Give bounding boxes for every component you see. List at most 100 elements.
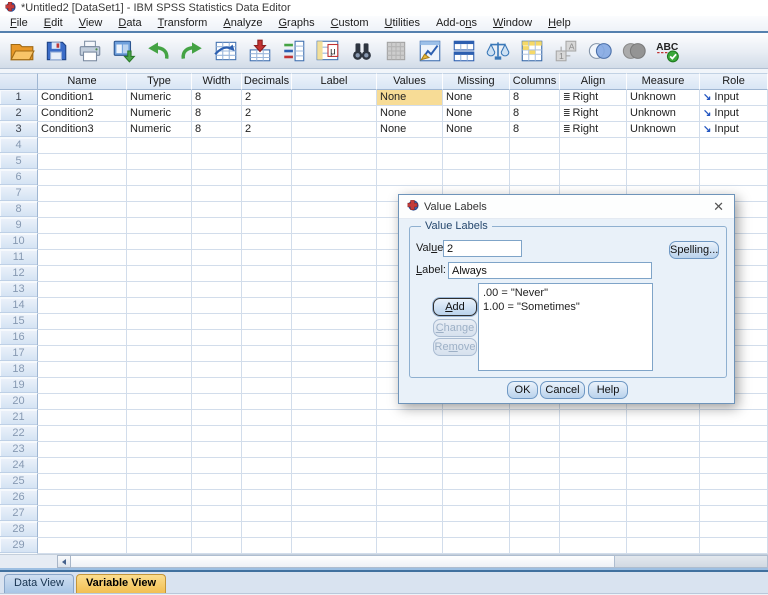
grid-cell-role[interactable] — [700, 138, 768, 154]
grid-cell-label[interactable] — [292, 106, 377, 122]
grid-cell-width[interactable] — [192, 218, 242, 234]
grid-cell-name[interactable]: Condition3 — [38, 122, 127, 138]
grid-cell-width[interactable] — [192, 442, 242, 458]
grid-cell-width[interactable] — [192, 378, 242, 394]
grid-cell-width[interactable] — [192, 458, 242, 474]
column-header-missing[interactable]: Missing — [443, 73, 510, 90]
row-header[interactable]: 26 — [0, 490, 38, 506]
grid-cell-values[interactable] — [377, 522, 443, 538]
grid-cell-decimals[interactable] — [242, 458, 292, 474]
grid-cell-name[interactable] — [38, 282, 127, 298]
grid-cell-type[interactable] — [127, 474, 192, 490]
grid-cell-name[interactable] — [38, 266, 127, 282]
grid-cell-label[interactable] — [292, 250, 377, 266]
help-button[interactable]: Help — [588, 381, 628, 399]
grid-cell-label[interactable] — [292, 186, 377, 202]
grid-cell-width[interactable] — [192, 474, 242, 490]
grid-cell-measure[interactable] — [627, 442, 700, 458]
row-header[interactable]: 23 — [0, 442, 38, 458]
grid-cell-decimals[interactable] — [242, 138, 292, 154]
grid-cell-missing[interactable] — [443, 426, 510, 442]
grid-cell-align[interactable]: ≣Right — [560, 90, 627, 106]
grid-cell-type[interactable] — [127, 378, 192, 394]
grid-cell-columns[interactable] — [510, 490, 560, 506]
grid-cell-decimals[interactable] — [242, 266, 292, 282]
column-header-type[interactable]: Type — [127, 73, 192, 90]
find-icon[interactable] — [348, 37, 376, 65]
row-header[interactable]: 14 — [0, 298, 38, 314]
row-header[interactable]: 9 — [0, 218, 38, 234]
grid-cell-missing[interactable] — [443, 538, 510, 554]
grid-cell-name[interactable] — [38, 362, 127, 378]
grid-cell-role[interactable]: ↘Input — [700, 122, 768, 138]
grid-cell-columns[interactable]: 8 — [510, 90, 560, 106]
grid-cell-measure[interactable] — [627, 474, 700, 490]
scrollbar-thumb[interactable] — [71, 556, 615, 567]
grid-cell-width[interactable] — [192, 250, 242, 266]
grid-cell-decimals[interactable] — [242, 522, 292, 538]
grid-cell-missing[interactable] — [443, 522, 510, 538]
grid-cell-values[interactable]: None — [377, 106, 443, 122]
row-header[interactable]: 21 — [0, 410, 38, 426]
grid-cell-width[interactable] — [192, 490, 242, 506]
grid-cell-width[interactable] — [192, 282, 242, 298]
grid-cell-name[interactable] — [38, 442, 127, 458]
row-header[interactable]: 4 — [0, 138, 38, 154]
grid-cell-values[interactable] — [377, 410, 443, 426]
grid-cell-type[interactable] — [127, 282, 192, 298]
variables-icon[interactable] — [280, 37, 308, 65]
split-file-icon[interactable] — [450, 37, 478, 65]
grid-cell-width[interactable] — [192, 506, 242, 522]
grid-cell-width[interactable] — [192, 362, 242, 378]
grid-cell-name[interactable] — [38, 458, 127, 474]
print-icon[interactable] — [76, 37, 104, 65]
grid-cell-type[interactable] — [127, 266, 192, 282]
grid-cell-name[interactable]: Condition2 — [38, 106, 127, 122]
grid-cell-measure[interactable]: Unknown — [627, 90, 700, 106]
column-header-decimals[interactable]: Decimals — [242, 73, 292, 90]
grid-cell-name[interactable] — [38, 186, 127, 202]
grid-cell-missing[interactable] — [443, 490, 510, 506]
grid-cell-columns[interactable] — [510, 474, 560, 490]
grid-cell-label[interactable] — [292, 522, 377, 538]
column-header-measure[interactable]: Measure — [627, 73, 700, 90]
row-header[interactable]: 16 — [0, 330, 38, 346]
grid-cell-width[interactable] — [192, 410, 242, 426]
grid-cell-values[interactable] — [377, 426, 443, 442]
grid-cell-measure[interactable] — [627, 154, 700, 170]
corner-header[interactable] — [0, 73, 38, 90]
grid-cell-role[interactable] — [700, 170, 768, 186]
grid-cell-label[interactable] — [292, 218, 377, 234]
grid-cell-label[interactable] — [292, 426, 377, 442]
grid-cell-decimals[interactable] — [242, 314, 292, 330]
grid-cell-width[interactable] — [192, 138, 242, 154]
row-header[interactable]: 13 — [0, 282, 38, 298]
grid-cell-missing[interactable] — [443, 410, 510, 426]
open-data-icon[interactable] — [8, 37, 36, 65]
grid-cell-columns[interactable] — [510, 538, 560, 554]
menu-item-edit[interactable]: Edit — [36, 16, 71, 31]
grid-cell-columns[interactable] — [510, 506, 560, 522]
grid-cell-name[interactable] — [38, 330, 127, 346]
grid-cell-columns[interactable] — [510, 458, 560, 474]
grid-cell-type[interactable] — [127, 250, 192, 266]
grid-cell-type[interactable] — [127, 234, 192, 250]
row-header[interactable]: 1 — [0, 90, 38, 106]
grid-cell-label[interactable] — [292, 314, 377, 330]
grid-cell-missing[interactable] — [443, 154, 510, 170]
grid-cell-type[interactable] — [127, 346, 192, 362]
row-header[interactable]: 24 — [0, 458, 38, 474]
grid-cell-missing[interactable] — [443, 458, 510, 474]
grid-cell-align[interactable]: ≣Right — [560, 106, 627, 122]
grid-cell-label[interactable] — [292, 458, 377, 474]
grid-cell-measure[interactable] — [627, 138, 700, 154]
row-header[interactable]: 5 — [0, 154, 38, 170]
column-header-name[interactable]: Name — [38, 73, 127, 90]
grid-cell-align[interactable] — [560, 538, 627, 554]
grid-cell-columns[interactable]: 8 — [510, 122, 560, 138]
grid-cell-label[interactable] — [292, 122, 377, 138]
grid-cell-missing[interactable] — [443, 170, 510, 186]
menu-item-custom[interactable]: Custom — [323, 16, 377, 31]
grid-cell-label[interactable] — [292, 538, 377, 554]
grid-cell-values[interactable]: None — [377, 90, 443, 106]
